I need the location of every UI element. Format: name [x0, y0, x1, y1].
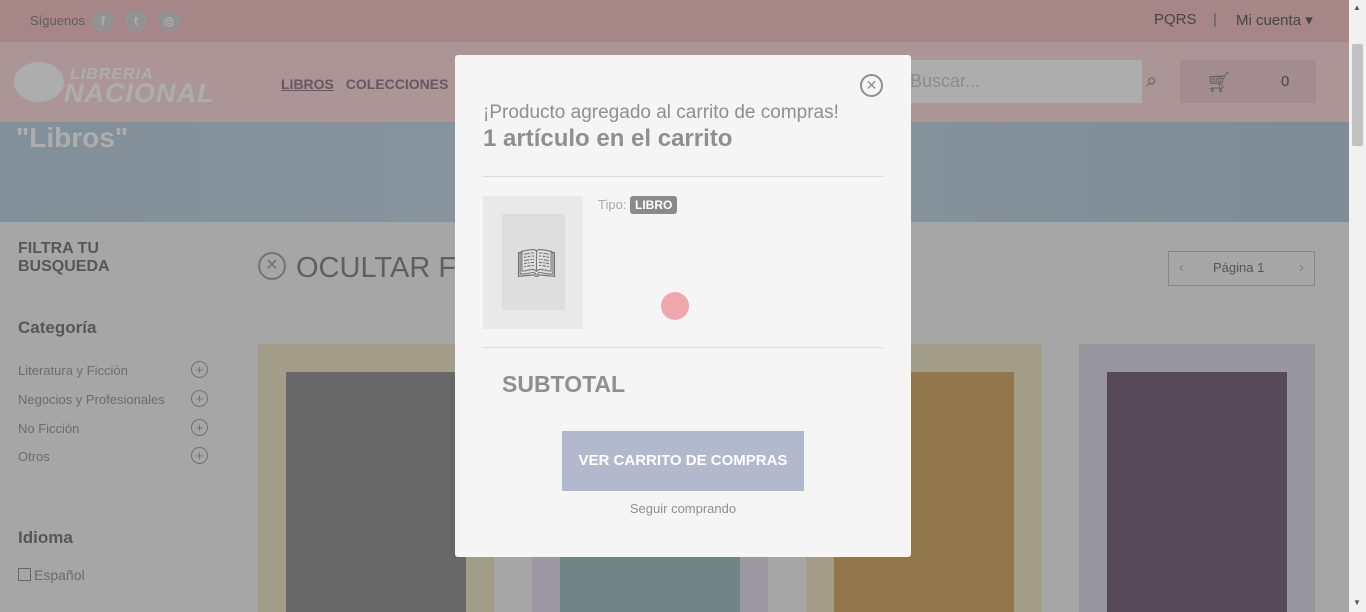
added-message: ¡Producto agregado al carrito de compras… — [483, 102, 839, 123]
scroll-down-icon[interactable]: ▼ — [1353, 598, 1361, 607]
view-cart-button[interactable]: VER CARRITO DE COMPRAS — [562, 431, 804, 491]
page-scrollbar[interactable]: ▲ ▼ — [1349, 0, 1366, 612]
type-label: Tipo: — [598, 197, 627, 212]
cart-added-modal: ✕ ¡Producto agregado al carrito de compr… — [455, 55, 911, 557]
cart-count-message: 1 artículo en el carrito — [483, 125, 733, 152]
subtotal-label: SUBTOTAL — [502, 371, 626, 397]
placeholder-image: 📖︎ — [502, 214, 565, 310]
scroll-up-icon[interactable]: ▲ — [1353, 3, 1361, 12]
close-icon[interactable]: ✕ — [860, 74, 883, 97]
divider — [483, 176, 883, 177]
cursor-indicator — [661, 292, 689, 320]
type-badge: LIBRO — [630, 196, 678, 214]
product-thumbnail: 📖︎ — [483, 196, 583, 329]
continue-shopping-link[interactable]: Seguir comprando — [455, 501, 911, 516]
book-placeholder-icon: 📖︎ — [516, 245, 557, 281]
scrollbar-thumb[interactable] — [1352, 44, 1363, 146]
divider — [483, 347, 883, 348]
